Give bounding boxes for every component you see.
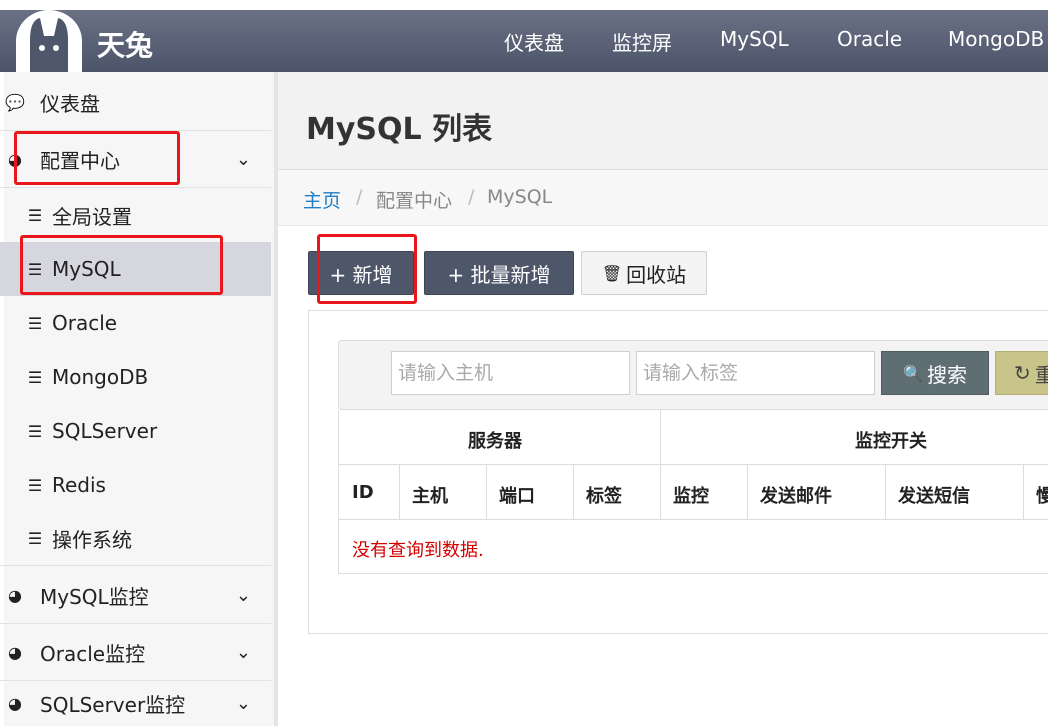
highlight-mysql bbox=[20, 235, 223, 295]
sidebar-item-label: SQLServer bbox=[52, 419, 158, 443]
table-group-server: 服务器 bbox=[468, 431, 522, 452]
refresh-icon: ↻ bbox=[1014, 361, 1031, 385]
table-divider bbox=[399, 464, 400, 520]
table-divider bbox=[660, 410, 661, 520]
column-header-send-mail[interactable]: 发送邮件 bbox=[760, 482, 832, 508]
nav-monitor-screen[interactable]: 监控屏 bbox=[612, 27, 672, 56]
sidebar-item-global-settings[interactable]: ☰ 全局设置 bbox=[0, 188, 271, 242]
sidebar-item-sqlserver-monitor[interactable]: ◕ SQLServer监控 ⌄ bbox=[0, 681, 271, 726]
breadcrumb-current: MySQL bbox=[487, 186, 553, 208]
breadcrumb: 主页 / 配置中心 / MySQL bbox=[278, 170, 1048, 226]
recycle-bin-button[interactable]: 🗑 回收站 bbox=[581, 251, 707, 295]
breadcrumb-separator: / bbox=[468, 186, 475, 208]
host-search-input[interactable]: 请输入主机 bbox=[391, 351, 630, 395]
sidebar-item-label: Redis bbox=[52, 473, 106, 497]
table-divider bbox=[573, 464, 574, 520]
column-header-monitor[interactable]: 监控 bbox=[673, 482, 709, 508]
highlight-config-center bbox=[14, 131, 180, 185]
trash-icon: 🗑 bbox=[601, 263, 623, 283]
sidebar-item-sqlserver[interactable]: ☰ SQLServer bbox=[0, 404, 271, 458]
table-divider bbox=[486, 464, 487, 520]
sidebar-item-label: 操作系统 bbox=[52, 528, 132, 552]
sidebar-item-redis[interactable]: ☰ Redis bbox=[0, 458, 271, 512]
table-divider bbox=[747, 464, 748, 520]
comment-icon: 💬 bbox=[5, 92, 25, 112]
top-navbar: 天兔 仪表盘 监控屏 MySQL Oracle MongoDB bbox=[0, 10, 1048, 72]
table-group-monitor: 监控开关 bbox=[855, 431, 927, 452]
nav-dashboard[interactable]: 仪表盘 bbox=[504, 27, 564, 56]
breadcrumb-home[interactable]: 主页 bbox=[303, 186, 341, 213]
chevron-down-icon: ⌄ bbox=[235, 641, 251, 663]
sidebar-item-mysql-monitor[interactable]: ◕ MySQL监控 ⌄ bbox=[0, 567, 271, 624]
page-title: MySQL 列表 bbox=[306, 112, 493, 147]
brand-name[interactable]: 天兔 bbox=[97, 24, 153, 64]
search-icon: 🔍 bbox=[903, 363, 923, 383]
sidebar-item-oracle-monitor[interactable]: ◕ Oracle监控 ⌄ bbox=[0, 624, 271, 681]
list-icon: ☰ bbox=[27, 529, 43, 548]
table-divider bbox=[338, 519, 1048, 520]
nav-mongodb[interactable]: MongoDB bbox=[948, 27, 1044, 51]
list-icon: ☰ bbox=[27, 205, 43, 225]
chevron-down-icon: ⌄ bbox=[235, 148, 251, 170]
table-divider bbox=[338, 464, 1048, 465]
sidebar-item-os[interactable]: ☰ 操作系统 bbox=[0, 512, 271, 566]
table-divider bbox=[1023, 464, 1024, 520]
breadcrumb-separator: / bbox=[356, 186, 363, 208]
dashboard-gauge-icon: ◕ bbox=[8, 585, 22, 605]
list-icon: ☰ bbox=[27, 475, 43, 495]
nav-mysql[interactable]: MySQL bbox=[720, 27, 789, 51]
column-header-slow[interactable]: 慢 bbox=[1036, 482, 1048, 508]
empty-table-message: 没有查询到数据. bbox=[352, 540, 484, 561]
reset-button-label: 重 bbox=[1034, 362, 1048, 387]
batch-add-button[interactable]: + 批量新增 bbox=[424, 251, 574, 295]
sidebar-item-label: MySQL监控 bbox=[40, 584, 149, 609]
dashboard-gauge-icon: ◕ bbox=[8, 642, 22, 662]
list-icon: ☰ bbox=[27, 421, 43, 441]
list-icon: ☰ bbox=[27, 367, 43, 387]
sidebar-item-label: SQLServer监控 bbox=[40, 693, 186, 717]
chevron-down-icon: ⌄ bbox=[235, 693, 251, 714]
sidebar-item-label: 仪表盘 bbox=[40, 91, 100, 116]
sidebar-item-label: MongoDB bbox=[52, 365, 149, 389]
column-header-host[interactable]: 主机 bbox=[412, 482, 448, 508]
highlight-add-button bbox=[317, 234, 417, 304]
page-header: MySQL 列表 bbox=[278, 72, 1048, 170]
sidebar-item-label: 全局设置 bbox=[52, 204, 132, 229]
column-header-port[interactable]: 端口 bbox=[499, 482, 535, 508]
chevron-down-icon: ⌄ bbox=[235, 584, 251, 606]
rabbit-logo-icon[interactable] bbox=[16, 10, 82, 72]
recycle-bin-label: 回收站 bbox=[626, 262, 687, 287]
table-divider bbox=[885, 464, 886, 520]
nav-oracle[interactable]: Oracle bbox=[837, 27, 902, 51]
sidebar-item-oracle[interactable]: ☰ Oracle bbox=[0, 296, 271, 350]
dashboard-gauge-icon: ◕ bbox=[8, 694, 22, 713]
search-button[interactable]: 🔍 搜索 bbox=[881, 351, 989, 395]
column-header-tag[interactable]: 标签 bbox=[586, 482, 622, 508]
column-header-send-sms[interactable]: 发送短信 bbox=[898, 482, 970, 508]
tag-search-input[interactable]: 请输入标签 bbox=[636, 351, 875, 395]
column-header-id[interactable]: ID bbox=[352, 482, 374, 503]
sidebar-item-label: Oracle监控 bbox=[40, 641, 146, 666]
sidebar-item-label: Oracle bbox=[52, 311, 118, 335]
breadcrumb-section: 配置中心 bbox=[376, 190, 453, 212]
sidebar-item-dashboard[interactable]: 💬 仪表盘 bbox=[0, 74, 271, 131]
sidebar-item-mongodb[interactable]: ☰ MongoDB bbox=[0, 350, 271, 404]
reset-button[interactable]: ↻ 重 bbox=[995, 351, 1048, 395]
search-button-label: 搜索 bbox=[926, 362, 967, 387]
list-icon: ☰ bbox=[27, 313, 43, 333]
